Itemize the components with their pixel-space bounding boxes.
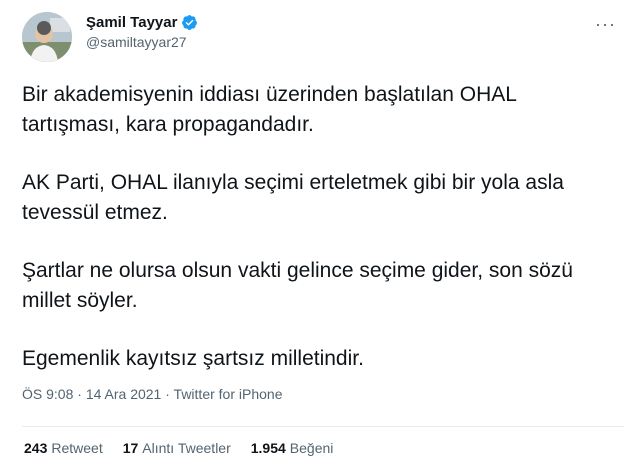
tweet-paragraph: Egemenlik kayıtsız şartsız milletindir.	[22, 347, 364, 370]
author-display-name[interactable]: Şamil Tayyar	[86, 14, 177, 31]
retweets-label: Retweet	[51, 440, 103, 456]
divider	[22, 426, 624, 427]
avatar[interactable]	[22, 12, 72, 62]
tweet-paragraph: AK Parti, OHAL ilanıyla seçimi erteletme…	[22, 171, 564, 224]
quotes-stat[interactable]: 17 Alıntı Tweetler	[123, 440, 231, 456]
meta-separator: ·	[165, 386, 170, 402]
tweet-time[interactable]: ÖS 9:08	[22, 386, 73, 402]
author-names: Şamil Tayyar @samiltayyar27	[86, 14, 198, 50]
likes-stat[interactable]: 1.954 Beğeni	[251, 440, 334, 456]
tweet-paragraph: Bir akademisyenin iddiası üzerinden başl…	[22, 83, 517, 136]
tweet-source[interactable]: Twitter for iPhone	[174, 386, 283, 402]
likes-label: Beğeni	[289, 440, 334, 456]
tweet-card: Şamil Tayyar @samiltayyar27 ··· Bir akad…	[0, 0, 640, 464]
tweet-paragraph: Şartlar ne olursa olsun vakti gelince se…	[22, 259, 573, 312]
tweet-header: Şamil Tayyar @samiltayyar27 ···	[22, 12, 620, 64]
tweet-stats: 243 Retweet 17 Alıntı Tweetler 1.954 Beğeni	[24, 440, 333, 456]
tweet-meta: ÖS 9:08 · 14 Ara 2021 · Twitter for iPho…	[22, 386, 282, 402]
author-display-name-row[interactable]: Şamil Tayyar	[86, 14, 198, 31]
meta-separator: ·	[77, 386, 82, 402]
quotes-count: 17	[122, 440, 139, 456]
profile-photo-icon	[22, 12, 72, 62]
retweets-stat[interactable]: 243 Retweet	[24, 440, 103, 456]
author-handle[interactable]: @samiltayyar27	[86, 34, 198, 50]
likes-count: 1.954	[250, 440, 286, 456]
verified-badge-icon	[182, 15, 198, 30]
tweet-date[interactable]: 14 Ara 2021	[86, 386, 162, 402]
quotes-label: Alıntı Tweetler	[142, 440, 231, 456]
more-options-icon[interactable]: ···	[595, 14, 616, 35]
tweet-text: Bir akademisyenin iddiası üzerinden başl…	[22, 80, 612, 402]
retweets-count: 243	[24, 440, 48, 456]
